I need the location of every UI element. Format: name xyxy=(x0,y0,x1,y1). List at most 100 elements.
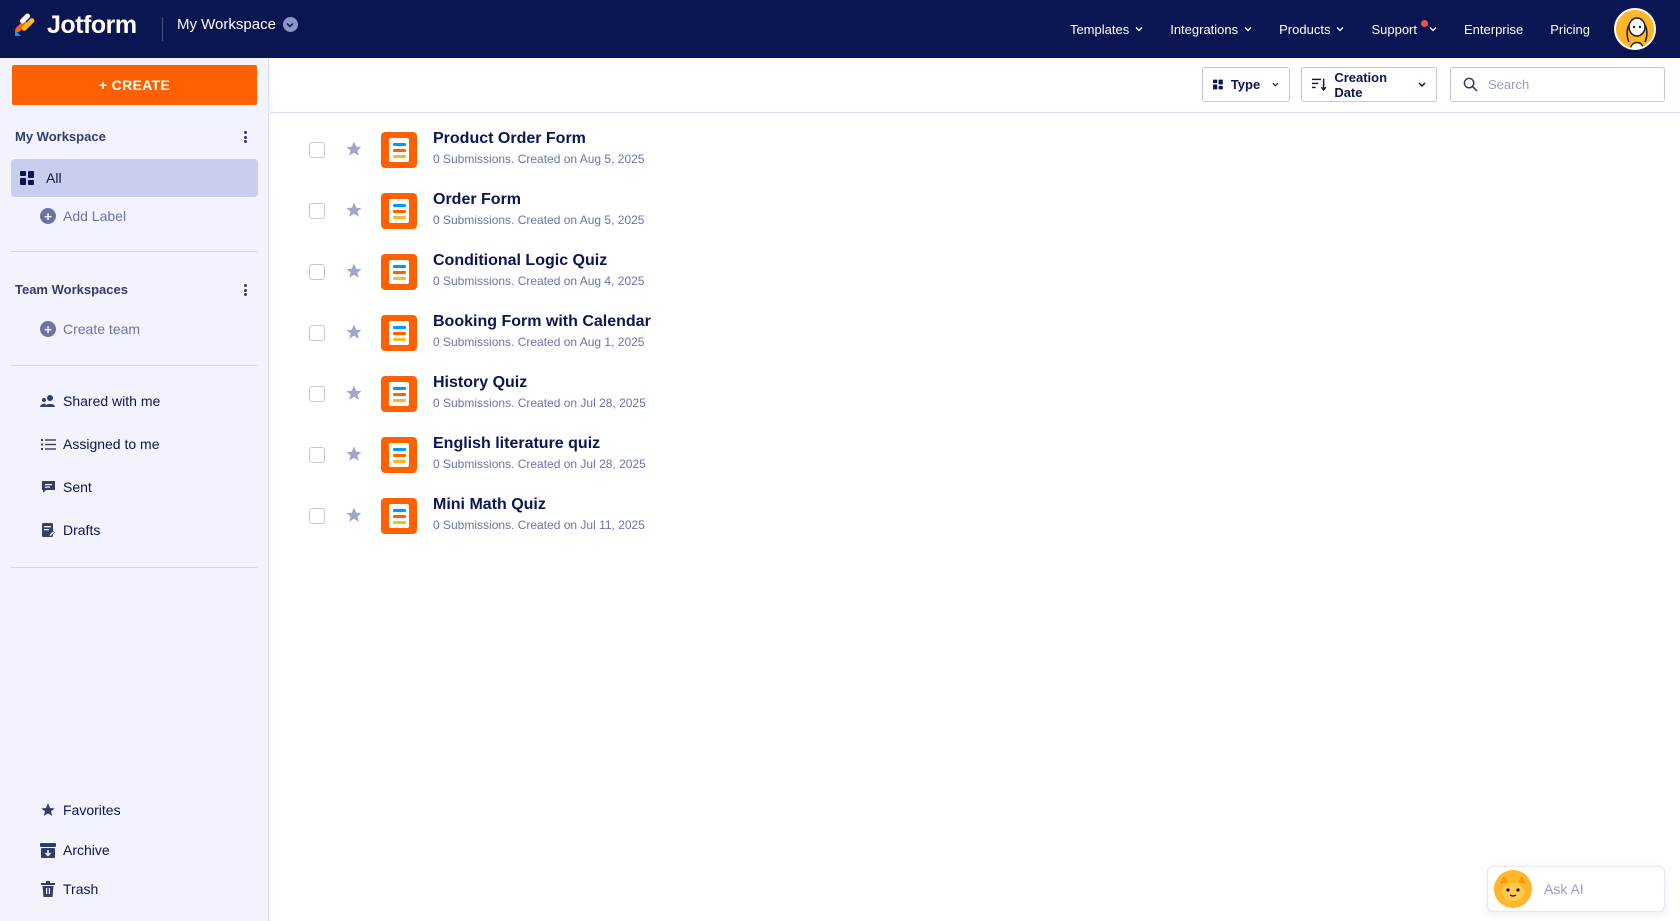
jotform-logo-icon xyxy=(15,13,35,36)
sort-dropdown[interactable]: Creation Date xyxy=(1301,67,1437,102)
nav-products[interactable]: Products xyxy=(1279,22,1344,37)
search-box[interactable] xyxy=(1450,67,1665,102)
notification-dot xyxy=(1421,19,1429,27)
ask-ai-label: Ask AI xyxy=(1544,881,1584,897)
form-meta: 0 Submissions. Created on Aug 5, 2025 xyxy=(433,152,645,166)
form-title[interactable]: Conditional Logic Quiz xyxy=(433,252,607,270)
ask-ai-button[interactable]: Ask AI xyxy=(1487,866,1665,912)
list-toolbar: Type Creation Date xyxy=(270,58,1680,113)
type-filter-dropdown[interactable]: Type xyxy=(1202,67,1290,102)
plus-circle-icon: + xyxy=(40,208,56,224)
top-navigation-bar: Jotform My Workspace Templates Integrati… xyxy=(0,0,1680,58)
star-icon[interactable] xyxy=(345,384,363,402)
sidebar-divider xyxy=(11,365,257,366)
chevron-down-icon xyxy=(1418,82,1426,88)
search-input[interactable] xyxy=(1488,77,1648,92)
my-workspace-menu-icon[interactable] xyxy=(240,129,250,145)
form-title[interactable]: Booking Form with Calendar xyxy=(433,313,651,331)
form-select-checkbox[interactable] xyxy=(309,264,325,280)
form-row[interactable]: Booking Form with Calendar 0 Submissions… xyxy=(270,302,1680,363)
nav-templates-label: Templates xyxy=(1069,21,1130,37)
plus-circle-icon: + xyxy=(40,321,56,337)
create-team-button[interactable]: + Create team xyxy=(40,321,140,337)
nav-pricing-label: Pricing xyxy=(1550,21,1590,37)
sidebar-divider xyxy=(11,567,257,568)
nav-integrations-label: Integrations xyxy=(1170,21,1239,37)
form-icon xyxy=(381,437,417,473)
form-meta: 0 Submissions. Created on Jul 11, 2025 xyxy=(433,518,645,532)
form-select-checkbox[interactable] xyxy=(309,325,325,341)
sidebar-item-label: Trash xyxy=(63,881,99,897)
form-meta: 0 Submissions. Created on Jul 28, 2025 xyxy=(433,457,646,471)
sort-label: Creation Date xyxy=(1334,69,1388,100)
add-label-button[interactable]: + Add Label xyxy=(40,208,126,224)
sidebar-item-label: Archive xyxy=(63,842,110,858)
nav-integrations[interactable]: Integrations xyxy=(1170,22,1252,37)
form-row[interactable]: Product Order Form 0 Submissions. Create… xyxy=(270,119,1680,180)
my-workspace-title: My Workspace xyxy=(15,129,106,144)
form-title[interactable]: Product Order Form xyxy=(433,130,586,148)
nav-templates[interactable]: Templates xyxy=(1070,22,1143,37)
message-icon xyxy=(40,479,56,495)
avatar[interactable] xyxy=(1614,8,1656,50)
star-icon[interactable] xyxy=(345,262,363,280)
form-icon xyxy=(381,132,417,168)
form-select-checkbox[interactable] xyxy=(309,508,325,524)
form-title[interactable]: History Quiz xyxy=(433,374,527,392)
sidebar-item-all-label: All xyxy=(46,170,62,186)
workspace-switcher-label: My Workspace xyxy=(177,16,276,33)
sidebar-item-label: Assigned to me xyxy=(63,436,160,452)
jotform-logo[interactable]: Jotform xyxy=(12,11,137,40)
form-title[interactable]: Order Form xyxy=(433,191,521,209)
nav-support[interactable]: Support xyxy=(1371,19,1437,37)
form-select-checkbox[interactable] xyxy=(309,203,325,219)
nav-enterprise[interactable]: Enterprise xyxy=(1464,22,1523,37)
form-row[interactable]: Mini Math Quiz 0 Submissions. Created on… xyxy=(270,485,1680,546)
form-row[interactable]: English literature quiz 0 Submissions. C… xyxy=(270,424,1680,485)
sidebar: + CREATE My Workspace All + Add Label Te… xyxy=(0,58,269,921)
header-divider xyxy=(162,17,163,41)
workspace-switcher[interactable]: My Workspace xyxy=(177,16,298,33)
form-row[interactable]: History Quiz 0 Submissions. Created on J… xyxy=(270,363,1680,424)
create-button[interactable]: + CREATE xyxy=(12,65,257,105)
nav-pricing[interactable]: Pricing xyxy=(1550,22,1590,37)
sidebar-item-drafts[interactable]: Drafts xyxy=(40,522,100,538)
sidebar-item-favorites[interactable]: Favorites xyxy=(40,802,121,818)
star-icon[interactable] xyxy=(345,506,363,524)
sidebar-item-sent[interactable]: Sent xyxy=(40,479,92,495)
sidebar-item-trash[interactable]: Trash xyxy=(40,881,98,897)
sidebar-item-all[interactable]: All xyxy=(11,159,258,197)
sidebar-item-shared-with-me[interactable]: Shared with me xyxy=(40,393,160,409)
add-label-text: Add Label xyxy=(63,208,127,224)
form-meta: 0 Submissions. Created on Aug 4, 2025 xyxy=(433,274,645,288)
form-row[interactable]: Order Form 0 Submissions. Created on Aug… xyxy=(270,180,1680,241)
sidebar-item-label: Sent xyxy=(63,479,92,495)
checklist-icon xyxy=(40,436,56,452)
nav-enterprise-label: Enterprise xyxy=(1464,21,1524,37)
chevron-down-icon xyxy=(1272,82,1279,87)
form-row[interactable]: Conditional Logic Quiz 0 Submissions. Cr… xyxy=(270,241,1680,302)
star-icon[interactable] xyxy=(345,323,363,341)
sidebar-item-archive[interactable]: Archive xyxy=(40,842,110,858)
main-nav: Templates Integrations Products Support … xyxy=(1070,0,1590,58)
form-select-checkbox[interactable] xyxy=(309,142,325,158)
form-select-checkbox[interactable] xyxy=(309,447,325,463)
star-icon[interactable] xyxy=(345,445,363,463)
team-workspaces-menu-icon[interactable] xyxy=(240,282,250,298)
form-title[interactable]: Mini Math Quiz xyxy=(433,496,546,514)
star-icon[interactable] xyxy=(345,140,363,158)
form-select-checkbox[interactable] xyxy=(309,386,325,402)
form-icon xyxy=(381,498,417,534)
chevron-down-icon xyxy=(1336,27,1344,32)
type-filter-label: Type xyxy=(1230,77,1261,92)
create-team-text: Create team xyxy=(63,321,141,337)
star-icon[interactable] xyxy=(345,201,363,219)
team-workspaces-title: Team Workspaces xyxy=(15,282,128,297)
ai-assistant-avatar-icon xyxy=(1494,870,1532,908)
user-avatar-icon xyxy=(1616,10,1654,48)
sidebar-item-assigned-to-me[interactable]: Assigned to me xyxy=(40,436,160,452)
shared-users-icon xyxy=(40,393,56,409)
form-icon xyxy=(381,376,417,412)
nav-support-label: Support xyxy=(1371,21,1417,37)
form-title[interactable]: English literature quiz xyxy=(433,435,600,453)
